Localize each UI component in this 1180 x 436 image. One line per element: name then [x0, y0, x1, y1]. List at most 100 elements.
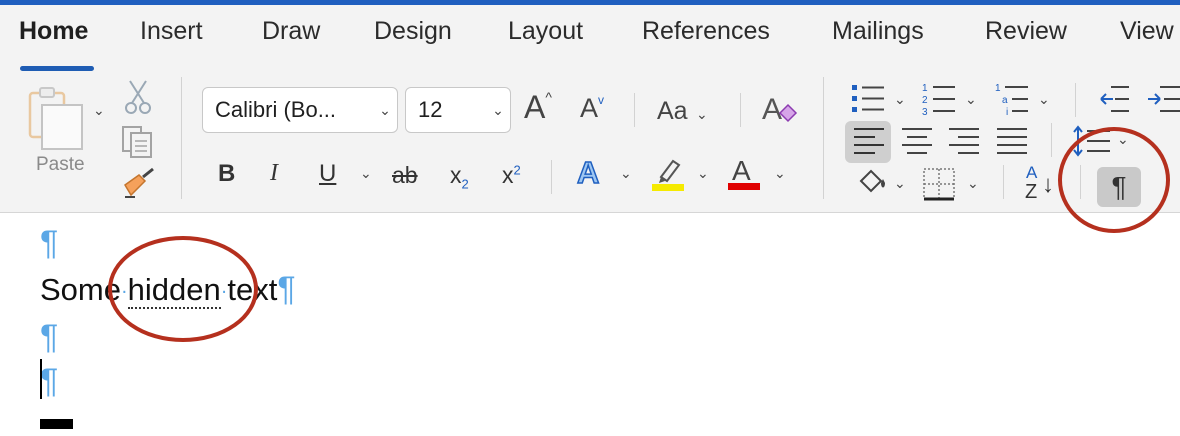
group-divider: [823, 77, 824, 199]
change-case-button[interactable]: Aa ⌄: [657, 97, 708, 126]
numbered-list-icon: 1 2 3: [922, 83, 955, 118]
tab-view[interactable]: View: [1120, 17, 1174, 46]
paste-label: Paste: [36, 154, 85, 175]
active-tab-indicator: [20, 66, 94, 71]
group-divider: [740, 93, 741, 127]
chevron-down-icon: ⌄: [379, 101, 391, 118]
font-family-value: Calibri (Bo...: [215, 97, 337, 122]
sort-button[interactable]: A Z ↓: [1022, 163, 1062, 205]
paste-options-chevron[interactable]: ⌄: [93, 102, 105, 119]
shading-button[interactable]: [855, 167, 887, 204]
grow-font-label: A: [524, 89, 546, 125]
group-divider: [1003, 165, 1004, 199]
subscript-button[interactable]: x2: [450, 162, 469, 192]
paragraph-mark: ¶: [277, 270, 296, 308]
tab-layout[interactable]: Layout: [508, 17, 583, 46]
sort-z-label: Z: [1025, 181, 1038, 203]
italic-button[interactable]: I: [270, 160, 278, 187]
increase-indent-icon: [1148, 86, 1180, 112]
sort-a-label: A: [1026, 163, 1038, 182]
paragraph-mark: ¶: [40, 224, 59, 262]
font-size-select[interactable]: 12 ⌄: [405, 87, 511, 133]
paint-bucket-icon: [859, 169, 885, 193]
font-family-select[interactable]: Calibri (Bo... ⌄: [202, 87, 398, 133]
strikethrough-button[interactable]: ab: [392, 162, 418, 189]
bullet-list-icon: [852, 85, 884, 112]
change-case-label: Aa: [657, 97, 688, 125]
borders-icon: [923, 168, 955, 201]
decrease-indent-icon: [1100, 86, 1129, 112]
text-effects-button[interactable]: A: [576, 154, 600, 191]
underline-button[interactable]: U: [319, 160, 336, 188]
cut-button[interactable]: [124, 79, 152, 120]
caret-down-icon: v: [598, 93, 605, 107]
svg-text:a: a: [1002, 95, 1008, 106]
shrink-font-button[interactable]: Av: [580, 93, 604, 124]
shrink-font-label: A: [580, 93, 599, 123]
paste-button[interactable]: [28, 85, 86, 151]
tab-design[interactable]: Design: [374, 17, 452, 46]
svg-text:1: 1: [995, 83, 1001, 94]
bullets-button[interactable]: [851, 83, 885, 120]
highlight-color-chevron[interactable]: ⌄: [697, 165, 709, 182]
group-divider: [1051, 123, 1052, 157]
group-divider: [181, 77, 182, 199]
chevron-down-icon: ⌄: [696, 106, 708, 122]
borders-button[interactable]: [922, 167, 956, 206]
numbering-button[interactable]: 1 2 3: [922, 81, 956, 122]
group-divider: [551, 160, 552, 194]
tab-review[interactable]: Review: [985, 17, 1067, 46]
group-divider: [1075, 83, 1076, 117]
align-left-button[interactable]: [853, 127, 885, 162]
clear-formatting-button[interactable]: A: [760, 89, 800, 134]
svg-text:2: 2: [922, 95, 928, 106]
clipboard-icon: [28, 87, 83, 150]
tab-mailings[interactable]: Mailings: [832, 17, 924, 46]
tab-home[interactable]: Home: [19, 17, 88, 46]
caret-up-icon: ^: [545, 89, 552, 105]
format-painter-button[interactable]: [121, 167, 157, 206]
align-left-icon: [854, 128, 884, 154]
align-center-icon: [902, 128, 932, 154]
underline-options-chevron[interactable]: ⌄: [360, 165, 372, 182]
tab-insert[interactable]: Insert: [140, 17, 203, 46]
text-effects-chevron[interactable]: ⌄: [620, 165, 632, 182]
copy-icon: [122, 126, 152, 158]
align-right-icon: [949, 128, 979, 154]
scissors-icon: [125, 80, 151, 114]
copy-button[interactable]: [121, 125, 155, 164]
justify-button[interactable]: [996, 127, 1028, 162]
paragraph-mark: ¶: [40, 318, 59, 356]
end-of-document-marker: [40, 419, 73, 429]
grow-font-button[interactable]: A^: [524, 89, 552, 126]
format-painter-icon: [124, 167, 154, 198]
align-right-button[interactable]: [948, 127, 980, 162]
clear-formatting-icon: A: [762, 93, 798, 126]
svg-text:1: 1: [922, 83, 928, 94]
font-size-value: 12: [418, 97, 443, 122]
tab-draw[interactable]: Draw: [262, 17, 320, 46]
tab-references[interactable]: References: [642, 17, 770, 46]
bullets-chevron[interactable]: ⌄: [894, 91, 906, 108]
superscript-button[interactable]: x2: [502, 162, 521, 189]
align-center-button[interactable]: [901, 127, 933, 162]
ribbon: Home Insert Draw Design Layout Reference…: [0, 5, 1180, 213]
paragraph-mark: ¶: [40, 362, 59, 400]
multilevel-list-button[interactable]: 1 a i: [995, 81, 1029, 122]
ribbon-tabs: Home Insert Draw Design Layout Reference…: [0, 17, 1180, 71]
numbering-chevron[interactable]: ⌄: [965, 91, 977, 108]
bold-button[interactable]: B: [218, 160, 235, 188]
subscript-mark: 2: [461, 176, 469, 192]
svg-text:A: A: [762, 93, 782, 126]
subscript-label: x: [450, 162, 462, 188]
borders-chevron[interactable]: ⌄: [967, 175, 979, 192]
superscript-mark: 2: [513, 162, 521, 178]
multilevel-list-chevron[interactable]: ⌄: [1038, 91, 1050, 108]
font-color-chevron[interactable]: ⌄: [774, 165, 786, 182]
highlight-button[interactable]: [651, 155, 685, 198]
justify-icon: [997, 128, 1027, 154]
decrease-indent-button[interactable]: [1099, 83, 1131, 120]
increase-indent-button[interactable]: [1146, 83, 1180, 120]
superscript-label: x: [502, 162, 514, 188]
shading-chevron[interactable]: ⌄: [894, 175, 906, 192]
